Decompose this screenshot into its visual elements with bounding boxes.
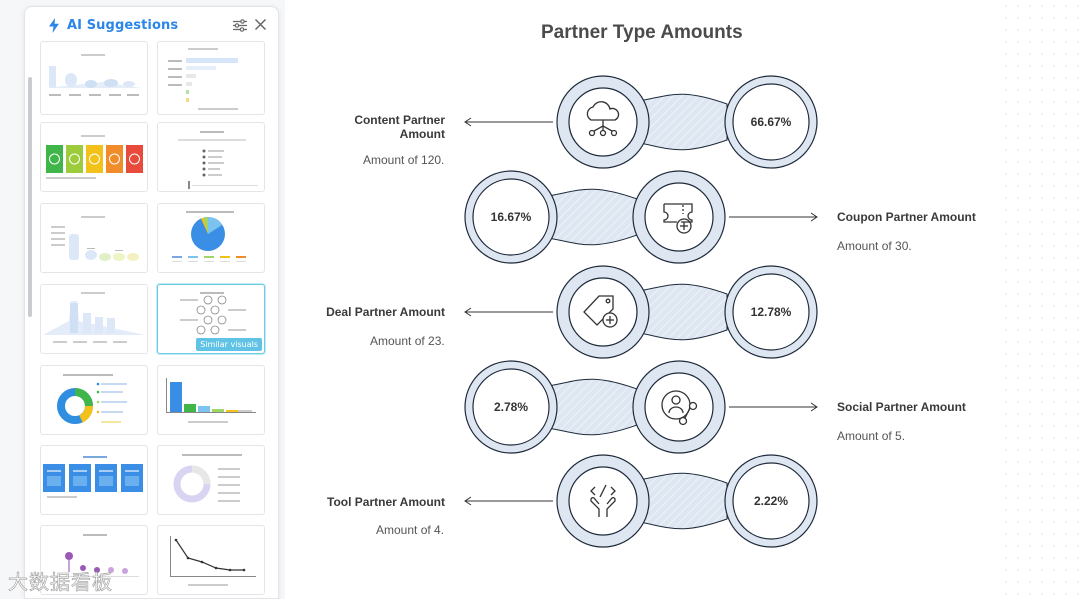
pct-deal-partner: 12.78% [751, 305, 792, 319]
label-deal-partner: Deal Partner Amount [326, 305, 445, 319]
suggestion-thumbnail-2[interactable] [157, 41, 265, 115]
desc-coupon-partner: Amount of 30. [837, 239, 912, 253]
suggestion-thumbnail-11[interactable] [40, 445, 148, 515]
lightning-icon [49, 18, 59, 33]
similar-visuals-badge: Similar visuals [196, 338, 262, 351]
label-content-partner: Content Partner Amount [354, 113, 445, 141]
ai-suggestions-panel: AI Suggestions Similar visuals [24, 6, 279, 599]
infographic-canvas: Partner Type Amounts 66.67% 16.67% 12.78… [285, 0, 1080, 599]
settings-sliders-icon[interactable] [233, 19, 247, 32]
suggestion-thumbnail-4[interactable] [157, 122, 265, 192]
panel-scrollbar[interactable] [28, 77, 32, 317]
pct-tool-partner: 2.22% [754, 494, 788, 508]
suggestion-thumbnail-3[interactable] [40, 122, 148, 192]
label-coupon-partner: Coupon Partner Amount [837, 210, 976, 224]
label-tool-partner: Tool Partner Amount [327, 495, 445, 509]
infographic-graphic: 66.67% 16.67% 12.78% 2.78% 2.22% [464, 75, 818, 548]
desc-content-partner: Amount of 120. [363, 153, 445, 167]
desc-tool-partner: Amount of 4. [376, 523, 445, 537]
close-icon[interactable] [254, 18, 267, 31]
suggestion-thumbnail-12[interactable] [157, 445, 265, 515]
label-social-partner: Social Partner Amount [837, 400, 966, 414]
suggestion-thumbnail-1[interactable] [40, 41, 148, 115]
desc-deal-partner: Amount of 23. [370, 334, 445, 348]
panel-header: AI Suggestions [25, 7, 278, 43]
watermark: 大数据看板 [8, 570, 113, 595]
panel-title: AI Suggestions [67, 18, 179, 33]
desc-social-partner: Amount of 5. [837, 429, 906, 443]
pct-social-partner: 2.78% [494, 400, 528, 414]
pct-coupon-partner: 16.67% [491, 210, 532, 224]
suggestion-thumbnail-9[interactable] [40, 365, 148, 435]
suggestion-thumbnail-7[interactable] [40, 284, 148, 354]
suggestion-thumbnail-14[interactable] [157, 525, 265, 595]
suggestion-thumbnail-10[interactable] [157, 365, 265, 435]
suggestion-thumbnail-6[interactable] [157, 203, 265, 273]
suggestion-thumbnail-5[interactable] [40, 203, 148, 273]
pct-content-partner: 66.67% [751, 115, 792, 129]
suggestion-thumbnail-8-selected[interactable]: Similar visuals [157, 284, 265, 354]
